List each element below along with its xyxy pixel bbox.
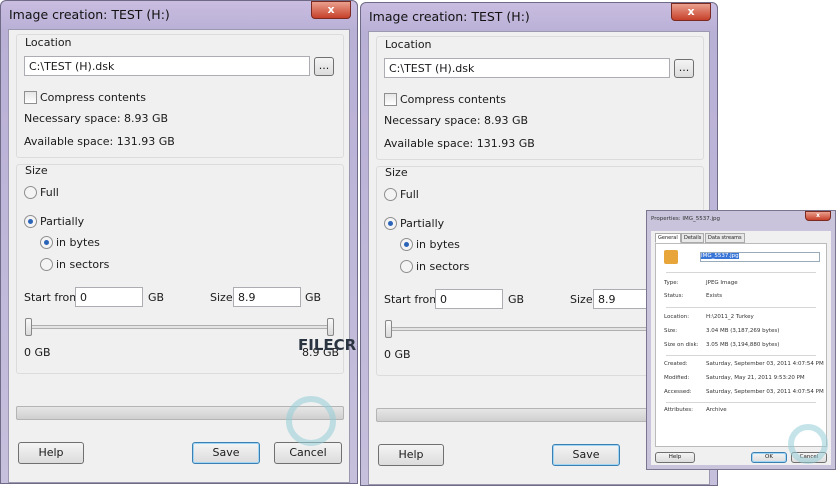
image-file-icon xyxy=(664,250,678,264)
location-label: Location xyxy=(25,36,72,49)
in-sectors-radio[interactable] xyxy=(400,260,413,273)
close-button[interactable]: x xyxy=(671,3,711,21)
size-on-disk-value: 3.05 MB (3,194,880 bytes) xyxy=(706,342,780,348)
full-label: Full xyxy=(40,186,59,199)
gb-label: GB xyxy=(305,291,322,304)
slider-min-label: 0 GB xyxy=(384,348,411,361)
full-label: Full xyxy=(400,188,419,201)
created-value: Saturday, September 03, 2011 4:07:54 PM xyxy=(706,361,824,367)
compress-checkbox[interactable] xyxy=(24,91,37,104)
close-button[interactable]: x xyxy=(805,211,831,221)
gb-label: GB xyxy=(148,291,165,304)
partially-label: Partially xyxy=(40,215,85,228)
type-value: JPEG Image xyxy=(706,280,738,286)
close-button[interactable]: x xyxy=(311,1,351,19)
in-sectors-label: in sectors xyxy=(56,258,110,271)
start-from-label: Start from xyxy=(384,293,440,306)
compress-label: Compress contents xyxy=(400,93,506,106)
path-input[interactable]: C:\TEST (H).dsk xyxy=(24,56,310,76)
attributes-value: Archive xyxy=(706,407,727,413)
watermark-logo: FILECR xyxy=(298,336,357,354)
watermark-circle-icon xyxy=(788,424,828,464)
in-sectors-label: in sectors xyxy=(416,260,470,273)
dialog-title: Image creation: TEST (H:) xyxy=(9,7,170,22)
size-on-disk-label: Size on disk: xyxy=(664,342,699,348)
created-label: Created: xyxy=(664,361,688,367)
attributes-label: Attributes: xyxy=(664,407,694,413)
full-radio[interactable] xyxy=(24,186,37,199)
tab-data-streams[interactable]: Data streams xyxy=(705,233,745,243)
properties-title: Properties: IMG_5537.jpg xyxy=(651,216,721,222)
filename-text: IMG_5537.jpg xyxy=(701,253,739,259)
compress-checkbox[interactable] xyxy=(384,93,397,106)
help-button[interactable]: Help xyxy=(18,442,84,464)
start-from-input[interactable]: 0 xyxy=(75,287,143,307)
status-label: Status: xyxy=(664,293,684,299)
available-space: Available space: 131.93 GB xyxy=(384,137,535,150)
ok-button[interactable]: OK xyxy=(751,452,787,463)
partially-radio[interactable] xyxy=(24,215,37,228)
tab-general[interactable]: General xyxy=(655,233,681,243)
size-input[interactable]: 8.9 xyxy=(233,287,301,307)
location-label: Location xyxy=(385,38,432,51)
modified-label: Modified: xyxy=(664,375,690,381)
in-bytes-radio[interactable] xyxy=(40,236,53,249)
save-button[interactable]: Save xyxy=(192,442,260,464)
accessed-label: Accessed: xyxy=(664,389,692,395)
available-space: Available space: 131.93 GB xyxy=(24,135,175,148)
size-field-label: Size xyxy=(570,293,593,306)
dialog-title: Image creation: TEST (H:) xyxy=(369,9,530,24)
path-input[interactable]: C:\TEST (H).dsk xyxy=(384,58,670,78)
browse-button[interactable]: ... xyxy=(314,57,334,76)
necessary-space: Necessary space: 8.93 GB xyxy=(384,114,529,127)
start-from-input[interactable]: 0 xyxy=(435,289,503,309)
partially-label: Partially xyxy=(400,217,445,230)
necessary-space: Necessary space: 8.93 GB xyxy=(24,112,169,125)
size-field-label: Size xyxy=(210,291,233,304)
size-value: 3.04 MB (3,187,269 bytes) xyxy=(706,328,780,334)
type-label: Type: xyxy=(664,280,679,286)
help-button[interactable]: Help xyxy=(378,444,444,466)
save-button[interactable]: Save xyxy=(552,444,620,466)
location-label: Location: xyxy=(664,314,690,320)
in-bytes-label: in bytes xyxy=(56,236,100,249)
slider-start-handle[interactable] xyxy=(25,318,32,336)
watermark-circle-icon xyxy=(286,396,336,446)
compress-label: Compress contents xyxy=(40,91,146,104)
tab-details[interactable]: Details xyxy=(681,233,705,243)
gb-label: GB xyxy=(508,293,525,306)
full-radio[interactable] xyxy=(384,188,397,201)
partially-radio[interactable] xyxy=(384,217,397,230)
size-label: Size xyxy=(25,164,48,177)
slider-end-handle[interactable] xyxy=(327,318,334,336)
in-sectors-radio[interactable] xyxy=(40,258,53,271)
range-slider[interactable] xyxy=(26,325,334,329)
size-label: Size: xyxy=(664,328,678,334)
in-bytes-label: in bytes xyxy=(416,238,460,251)
location-value: H:\2011_2 Turkey xyxy=(706,314,754,320)
accessed-value: Saturday, September 03, 2011 4:07:54 PM xyxy=(706,389,824,395)
browse-button[interactable]: ... xyxy=(674,59,694,78)
filename-input[interactable]: IMG_5537.jpg xyxy=(700,252,820,262)
size-label: Size xyxy=(385,166,408,179)
status-value: Exists xyxy=(706,293,723,299)
in-bytes-radio[interactable] xyxy=(400,238,413,251)
slider-min-label: 0 GB xyxy=(24,346,51,359)
slider-start-handle[interactable] xyxy=(385,320,392,338)
modified-value: Saturday, May 21, 2011 9:53:20 PM xyxy=(706,375,805,381)
start-from-label: Start from xyxy=(24,291,80,304)
help-button[interactable]: Help xyxy=(655,452,695,463)
